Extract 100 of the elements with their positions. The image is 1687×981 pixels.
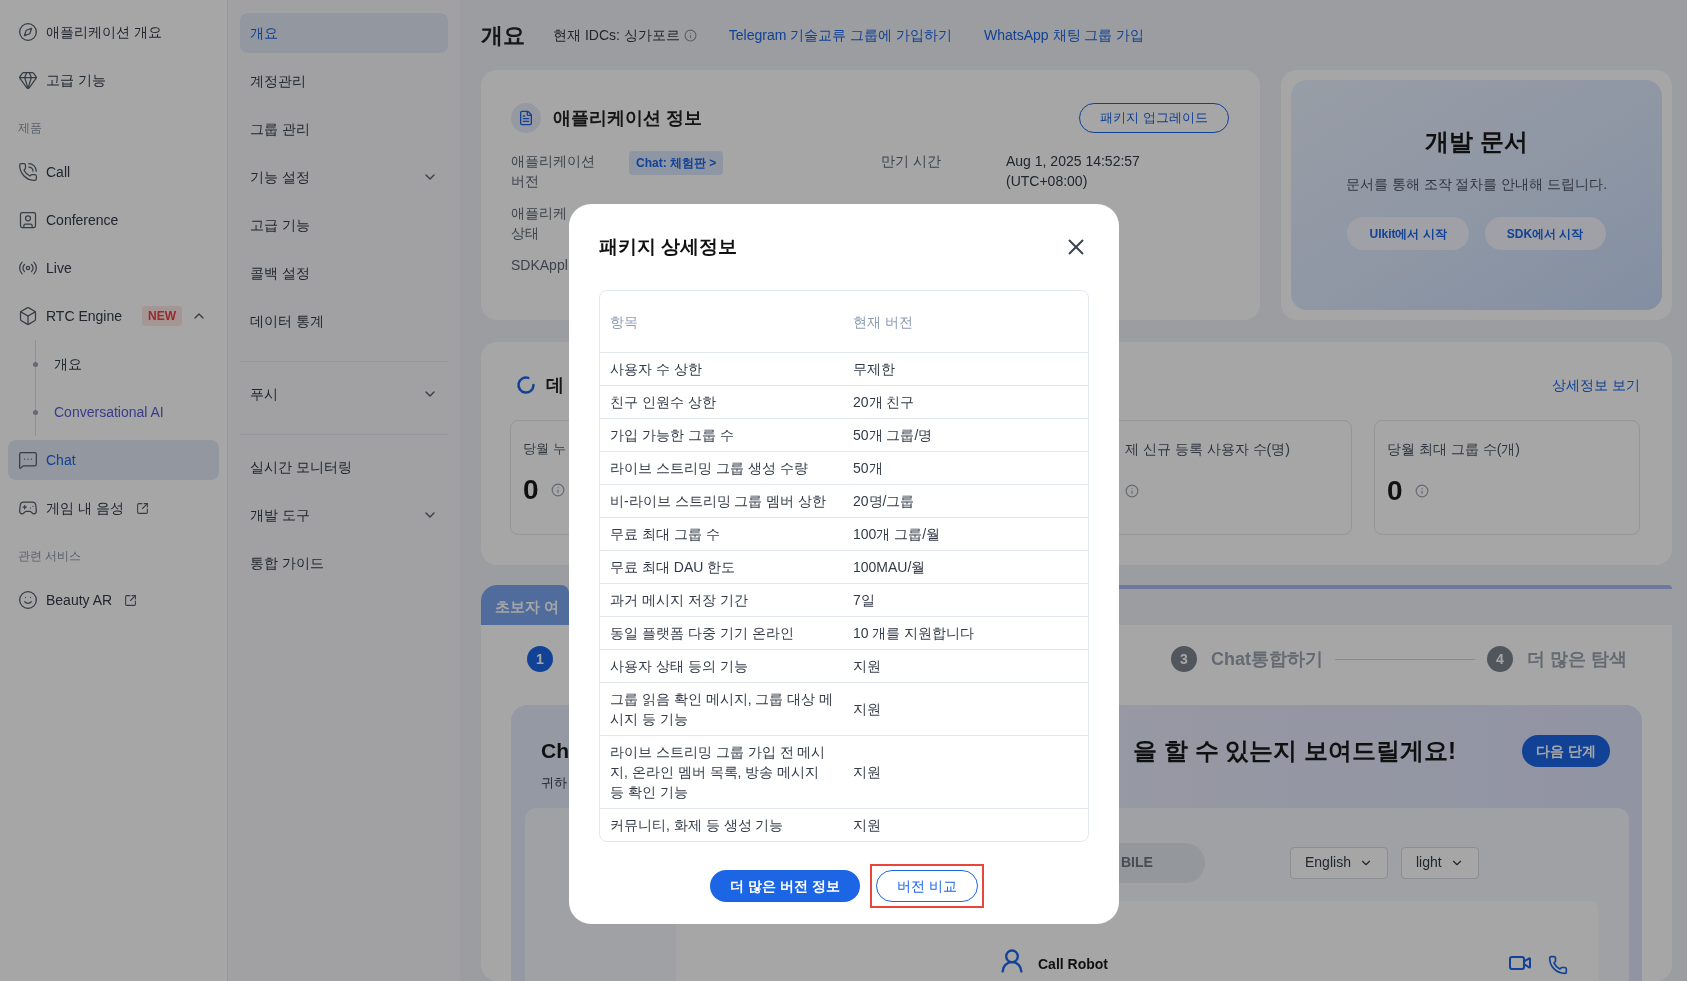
user-frame-icon <box>18 210 38 230</box>
table-cell-text: 50개 <box>853 459 884 478</box>
stat-value: 0 <box>523 472 539 507</box>
header-link[interactable]: Telegram 기술교류 그룹에 가입하기 <box>728 24 953 46</box>
column-header: 항목 <box>610 312 639 332</box>
table-cell-text: 비-라이브 스트리밍 그룹 멤버 상한 <box>610 492 828 511</box>
table-cell-text: 100MAU/월 <box>853 558 927 577</box>
info-icon <box>683 28 697 42</box>
banner-heading: 을 할 수 있는지 보여드릴게요! <box>1133 736 1457 766</box>
sidebar-item[interactable]: Conference <box>8 200 219 240</box>
table-cell-text: 지원 <box>853 763 882 782</box>
document-icon <box>511 103 541 133</box>
sidebar-item[interactable]: Call <box>8 152 219 192</box>
dialog-title: 패키지 상세정보 <box>599 234 738 259</box>
table-cell-text: 7일 <box>853 591 876 610</box>
sidebar-item[interactable]: Chat <box>8 440 219 480</box>
table-cell-text: 동일 플랫폼 다중 기기 온라인 <box>610 624 795 643</box>
table-cell-text: 지원 <box>853 657 882 676</box>
banner-text: 귀하 <box>541 774 567 792</box>
table-cell-text: 사용자 수 상한 <box>610 360 703 379</box>
table-cell-text: 사용자 상태 등의 기능 <box>610 657 749 676</box>
stat-value: 0 <box>1387 474 1403 508</box>
loader-icon <box>516 375 536 395</box>
sidebar-item[interactable]: 고급 기능 <box>8 60 219 100</box>
contact-name[interactable]: Call Robot <box>1038 953 1108 975</box>
sidebar-item[interactable]: Beauty AR <box>8 580 219 620</box>
details-link[interactable]: 상세정보 보기 <box>1552 374 1640 396</box>
table-cell-text: 무제한 <box>853 360 896 379</box>
step-number: 3 <box>1171 646 1197 672</box>
page-title: 개요 <box>481 21 525 50</box>
field-label: 애플리케 상태 <box>511 204 568 243</box>
docs-button[interactable]: SDK에서 시작 <box>1484 217 1606 250</box>
table-cell-text: 20명/그룹 <box>853 492 916 511</box>
table-cell-text: 과거 메시지 저장 기간 <box>610 591 749 610</box>
table-cell-text: 커뮤니티, 화제 등 생성 기능 <box>610 816 785 835</box>
compass-icon <box>18 22 38 42</box>
table-cell-text: 무료 최대 그룹 수 <box>610 525 721 544</box>
table-cell-text: 라이브 스트리밍 그룹 가입 전 메시지, 온라인 멤버 목록, 방송 메시지 등 확인 기능 <box>610 743 827 802</box>
nav-item[interactable]: 통합 가이드 <box>240 543 448 583</box>
sidebar-subitem[interactable]: 개요 <box>54 353 82 375</box>
field-label: 만기 시간 <box>881 152 942 171</box>
table-cell-text: 그룹 읽음 확인 메시지, 그룹 대상 메시지 등 기능 <box>610 690 835 729</box>
card-title: 애플리케이션 정보 <box>553 106 702 130</box>
nav-item[interactable]: 실시간 모니터링 <box>240 447 448 487</box>
info-icon <box>1414 484 1429 498</box>
section-heading: 제품 <box>17 120 43 137</box>
dropdown-select[interactable]: light <box>1400 846 1479 879</box>
nav-item[interactable]: 푸시 <box>240 374 448 414</box>
section-heading: 관련 서비스 <box>17 548 83 565</box>
step-number: 4 <box>1487 646 1513 672</box>
more-info-button[interactable]: 더 많은 버전 정보 <box>710 870 860 902</box>
column-header: 현재 버전 <box>853 312 914 332</box>
nav-item[interactable]: 개발 도구 <box>240 495 448 535</box>
nav-item[interactable]: 데이터 통계 <box>240 301 448 341</box>
field-label: 애플리케이션 버전 <box>511 152 596 191</box>
nav-item[interactable]: 기능 설정 <box>240 157 448 197</box>
nav-item[interactable]: 고급 기능 <box>240 205 448 245</box>
next-step-button[interactable]: 다음 단계 <box>1522 735 1610 767</box>
docs-title: 개발 문서 <box>1425 127 1528 157</box>
sidebar-item[interactable]: 게임 내 음성 <box>8 488 219 528</box>
smiley-icon <box>18 590 38 610</box>
nav-item[interactable]: 콜백 설정 <box>240 253 448 293</box>
dropdown-select[interactable]: English <box>1290 846 1388 879</box>
card-title: 데 <box>546 373 564 397</box>
table-cell-text: 100개 그룹/월 <box>853 525 942 544</box>
field-value: Aug 1, 2025 14:52:57 (UTC+08:00) <box>1006 152 1141 191</box>
nav-item[interactable]: 개요 <box>240 13 448 53</box>
sidebar-subitem[interactable]: Conversational AI <box>54 401 164 423</box>
compare-button[interactable]: 버전 비교 <box>875 870 978 902</box>
phone-icon[interactable] <box>1548 954 1568 975</box>
table-cell-text: 20개 친구 <box>853 393 916 412</box>
table-cell-text: 라이브 스트리밍 그룹 생성 수량 <box>610 459 809 478</box>
info-icon <box>550 482 565 497</box>
idc-label: 현재 IDCs: 싱가포르 <box>553 25 680 45</box>
table-cell-text: 친구 인원수 상한 <box>610 393 717 412</box>
docs-button[interactable]: UIkit에서 시작 <box>1347 217 1469 250</box>
table-cell-text: 무료 최대 DAU 한도 <box>610 558 737 577</box>
new-badge: NEW <box>142 306 182 326</box>
diamond-icon <box>18 70 38 90</box>
table-cell-text: 50개 그룹/명 <box>853 426 934 445</box>
step-number: 1 <box>527 646 553 672</box>
stat-label: 제 신규 등록 사용자 수(명) <box>1125 440 1290 459</box>
sidebar-item[interactable]: Live <box>8 248 219 288</box>
nav-item[interactable]: 계정관리 <box>240 61 448 101</box>
docs-subtitle: 문서를 통해 조작 절차를 안내해 드립니다. <box>1345 175 1608 194</box>
phone-icon <box>18 162 38 182</box>
stat-label: 당월 최대 그룹 수(개) <box>1387 440 1520 459</box>
info-icon <box>1125 484 1139 498</box>
banner-heading: Ch <box>541 738 569 765</box>
field-label: SDKAppl <box>511 256 569 275</box>
nav-item[interactable]: 그룹 관리 <box>240 109 448 149</box>
cube-icon <box>18 306 38 326</box>
table-cell-text: 지원 <box>853 700 882 719</box>
table-cell-text: 10 개를 지원합니다 <box>853 624 976 643</box>
stat-label: 당월 누 <box>523 440 566 458</box>
chat-bubble-icon <box>18 450 38 470</box>
version-badge[interactable]: Chat: 체험판 > <box>629 151 724 175</box>
sidebar-item[interactable]: 애플리케이션 개요 <box>8 12 219 52</box>
header-link[interactable]: WhatsApp 채팅 그룹 가입 <box>984 24 1145 46</box>
sidebar-item[interactable]: RTC Engine NEW <box>8 296 219 336</box>
